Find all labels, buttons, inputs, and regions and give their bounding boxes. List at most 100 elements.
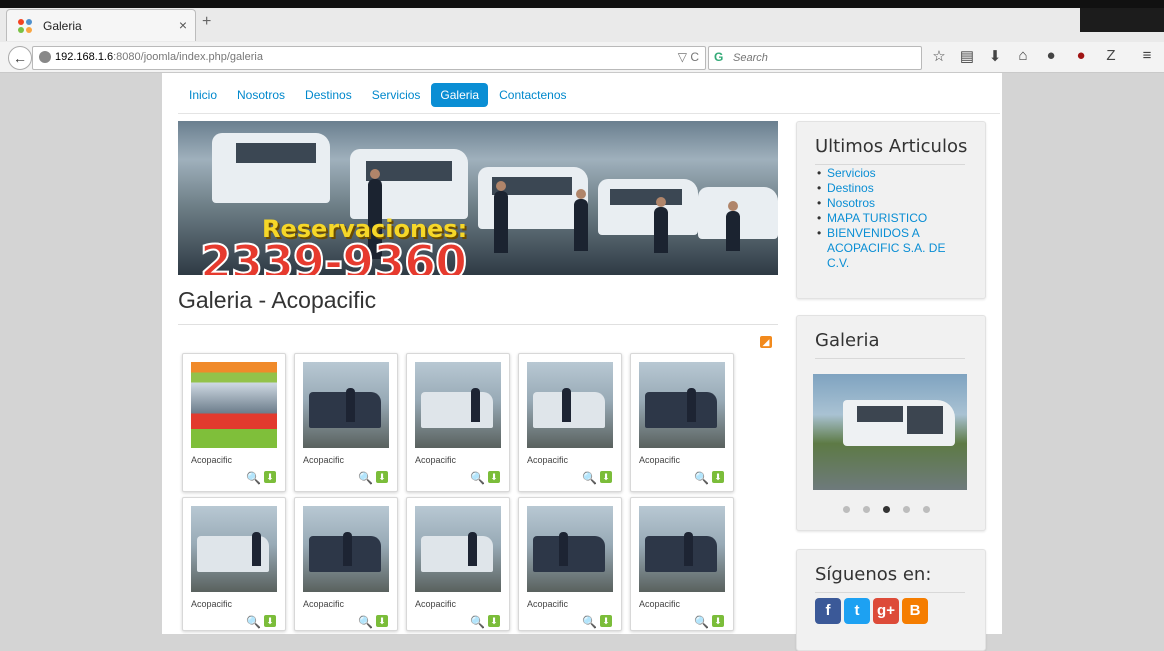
tab-title: Galeria <box>43 19 82 33</box>
download-icon[interactable]: ⬇ <box>264 471 276 483</box>
download-icon[interactable]: ⬇ <box>712 615 724 627</box>
zoom-icon[interactable]: 🔍 <box>470 615 485 629</box>
gallery-thumbnail[interactable] <box>303 362 389 448</box>
zoom-icon[interactable]: 🔍 <box>582 471 597 485</box>
new-tab-button[interactable]: + <box>202 13 211 31</box>
download-icon[interactable]: ⬇ <box>600 471 612 483</box>
latest-articles-module: Ultimos Articulos Servicios Destinos Nos… <box>796 121 986 299</box>
slide-dot[interactable] <box>863 506 870 513</box>
download-icon[interactable]: ⬇ <box>600 615 612 627</box>
gallery-thumbnail[interactable] <box>415 362 501 448</box>
gallery-thumbnail[interactable] <box>639 506 725 592</box>
page-scrollbar[interactable] <box>1156 73 1164 634</box>
download-icon[interactable]: ⬇ <box>488 471 500 483</box>
slide-dot[interactable] <box>923 506 930 513</box>
list-item[interactable]: MAPA TURISTICO <box>817 211 955 226</box>
gallery-card[interactable]: Acopacific 🔍 ⬇ <box>182 497 286 631</box>
ublock-icon[interactable]: ● <box>1070 47 1092 64</box>
search-input[interactable] <box>731 49 915 67</box>
zoom-icon[interactable]: 🔍 <box>694 471 709 485</box>
gallery-thumbnail[interactable] <box>191 506 277 592</box>
address-bar[interactable]: 192.168.1.6:8080/joomla/index.php/galeri… <box>32 46 706 70</box>
downloads-icon[interactable]: ⬇ <box>984 47 1006 65</box>
bookmark-star-icon[interactable]: ☆ <box>928 47 950 65</box>
zoom-icon[interactable]: 🔍 <box>246 615 261 629</box>
list-item[interactable]: BIENVENIDOS A ACOPACIFIC S.A. DE C.V. <box>817 226 955 271</box>
window-controls-area <box>1080 8 1164 32</box>
gallery-card[interactable]: Acopacific 🔍 ⬇ <box>294 353 398 492</box>
blogger-icon[interactable]: B <box>902 598 928 624</box>
zoom-icon[interactable]: 🔍 <box>358 615 373 629</box>
nav-item-contactenos[interactable]: Contactenos <box>490 83 575 107</box>
nav-item-nosotros[interactable]: Nosotros <box>228 83 294 107</box>
gallery-thumbnail[interactable] <box>527 506 613 592</box>
download-icon[interactable]: ⬇ <box>488 615 500 627</box>
download-icon[interactable]: ⬇ <box>264 615 276 627</box>
tab-close-icon[interactable]: × <box>179 17 187 33</box>
gallery-card[interactable]: Acopacific 🔍 ⬇ <box>630 353 734 492</box>
gallery-card[interactable]: Acopacific 🔍 ⬇ <box>518 497 622 631</box>
gallery-card[interactable]: Acopacific 🔍 ⬇ <box>294 497 398 631</box>
gallery-card-label: Acopacific <box>303 455 345 465</box>
list-item[interactable]: Destinos <box>817 181 955 196</box>
gallery-card-label: Acopacific <box>639 455 681 465</box>
zoom-icon[interactable]: 🔍 <box>694 615 709 629</box>
gallery-thumbnail[interactable] <box>303 506 389 592</box>
zotero-icon[interactable]: Z <box>1100 47 1122 64</box>
rss-feed-icon[interactable]: ◢ <box>760 336 772 348</box>
gallery-card[interactable]: Acopacific 🔍 ⬇ <box>406 353 510 492</box>
page-container: Inicio Nosotros Destinos Servicios Galeria Co… <box>162 73 1002 651</box>
facebook-icon[interactable]: f <box>815 598 841 624</box>
zoom-icon[interactable]: 🔍 <box>246 471 261 485</box>
zoom-icon[interactable]: 🔍 <box>470 471 485 485</box>
gallery-card[interactable]: Acopacific 🔍 ⬇ <box>182 353 286 492</box>
gallery-card-label: Acopacific <box>639 599 681 609</box>
nav-item-destinos[interactable]: Destinos <box>296 83 361 107</box>
gallery-card-label: Acopacific <box>191 599 233 609</box>
nav-item-servicios[interactable]: Servicios <box>363 83 430 107</box>
gallery-thumbnail[interactable] <box>191 362 277 448</box>
download-icon[interactable]: ⬇ <box>376 615 388 627</box>
gallery-card-label: Acopacific <box>303 599 345 609</box>
menu-divider <box>178 113 1000 114</box>
home-icon[interactable]: ⌂ <box>1012 47 1034 64</box>
browser-tab[interactable]: Galeria × <box>6 9 196 41</box>
url-text: 192.168.1.6:8080/joomla/index.php/galeri… <box>55 51 263 63</box>
latest-articles-list: Servicios Destinos Nosotros MAPA TURISTI… <box>815 166 955 271</box>
nav-item-inicio[interactable]: Inicio <box>180 83 226 107</box>
slideshow-dots <box>843 500 943 518</box>
list-item[interactable]: Servicios <box>817 166 955 181</box>
gallery-slideshow-image[interactable] <box>813 374 967 490</box>
gallery-card-label: Acopacific <box>527 599 569 609</box>
list-item[interactable]: Nosotros <box>817 196 955 211</box>
search-engine-icon[interactable]: G <box>714 50 723 64</box>
zoom-icon[interactable]: 🔍 <box>358 471 373 485</box>
zoom-icon[interactable]: 🔍 <box>582 615 597 629</box>
gallery-thumbnail[interactable] <box>415 506 501 592</box>
slide-dot-active[interactable] <box>883 506 890 513</box>
back-button[interactable]: ← <box>8 46 32 70</box>
menu-icon[interactable]: ≡ <box>1136 47 1158 64</box>
reload-icon[interactable]: ▽ C <box>678 50 699 64</box>
search-box[interactable]: G <box>708 46 922 70</box>
chat-icon[interactable]: ● <box>1040 47 1062 64</box>
gallery-thumbnail[interactable] <box>527 362 613 448</box>
gallery-card-label: Acopacific <box>415 599 457 609</box>
gallery-card[interactable]: Acopacific 🔍 ⬇ <box>630 497 734 631</box>
site-info-icon[interactable] <box>39 51 51 63</box>
twitter-icon[interactable]: t <box>844 598 870 624</box>
download-icon[interactable]: ⬇ <box>376 471 388 483</box>
gallery-card[interactable]: Acopacific 🔍 ⬇ <box>406 497 510 631</box>
gallery-thumbnail[interactable] <box>639 362 725 448</box>
gallery-card-label: Acopacific <box>527 455 569 465</box>
social-module: Síguenos en: f t g+ B <box>796 549 986 651</box>
nav-item-galeria[interactable]: Galeria <box>431 83 489 107</box>
gallery-card[interactable]: Acopacific 🔍 ⬇ <box>518 353 622 492</box>
page-title: Galeria - Acopacific <box>178 287 377 313</box>
slide-dot[interactable] <box>903 506 910 513</box>
download-icon[interactable]: ⬇ <box>712 471 724 483</box>
reading-list-icon[interactable]: ▤ <box>956 47 978 65</box>
googleplus-icon[interactable]: g+ <box>873 598 899 624</box>
gallery-card-label: Acopacific <box>415 455 457 465</box>
slide-dot[interactable] <box>843 506 850 513</box>
